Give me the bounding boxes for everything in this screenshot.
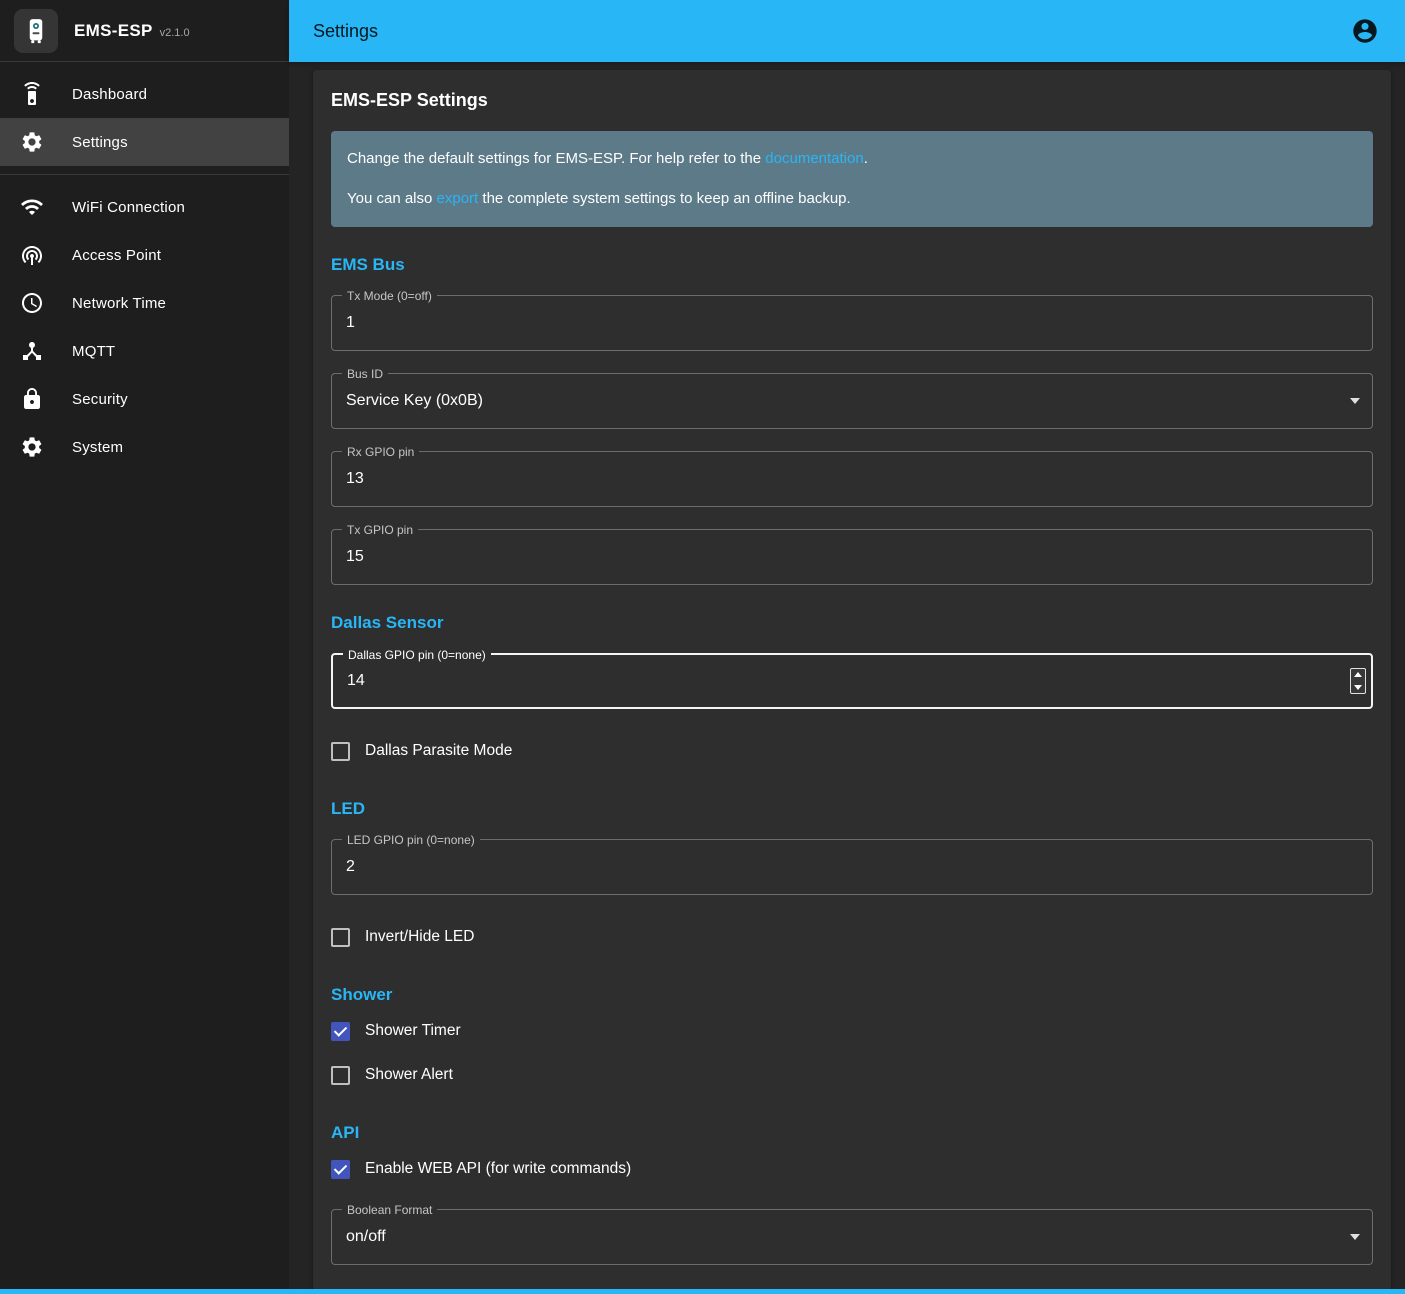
settings-card: EMS-ESP Settings Change the default sett… [313, 70, 1391, 1294]
shower-timer-row[interactable]: Shower Timer [331, 1011, 461, 1051]
boolean-format-select[interactable]: Boolean Format on/off [331, 1209, 1373, 1265]
section-heading-api: API [331, 1123, 1373, 1143]
tx-mode-label: Tx Mode (0=off) [342, 289, 437, 303]
sidebar-nav: Dashboard Settings WiFi Connection A [0, 62, 289, 471]
checkbox-label: Shower Timer [365, 1022, 461, 1040]
info-text: . [864, 150, 868, 167]
led-gpio-label: LED GPIO pin (0=none) [342, 833, 480, 847]
tx-gpio-label: Tx GPIO pin [342, 523, 418, 537]
sidebar-item-label: Access Point [72, 247, 161, 264]
spinner-down-icon[interactable] [1354, 685, 1362, 690]
sidebar-header: EMS-ESP v2.1.0 [0, 0, 289, 62]
page-title: Settings [313, 21, 378, 42]
wifi-tethering-icon [20, 243, 44, 267]
sidebar-item-network-time[interactable]: Network Time [0, 279, 289, 327]
info-text: the complete system settings to keep an … [478, 190, 850, 207]
chevron-down-icon [1350, 398, 1360, 404]
dallas-gpio-field: Dallas GPIO pin (0=none) [331, 653, 1373, 709]
rx-gpio-input[interactable] [332, 452, 1372, 506]
info-text: You can also [347, 190, 437, 207]
sidebar-item-label: Security [72, 391, 128, 408]
sidebar-item-label: MQTT [72, 343, 115, 360]
bus-id-value: Service Key (0x0B) [332, 374, 1372, 428]
app-version: v2.1.0 [160, 27, 190, 39]
gear-icon [20, 130, 44, 154]
tx-gpio-field: Tx GPIO pin [331, 529, 1373, 585]
export-link[interactable]: export [437, 190, 479, 207]
gear-icon [20, 435, 44, 459]
enable-web-api-row[interactable]: Enable WEB API (for write commands) [331, 1149, 631, 1189]
sidebar-item-mqtt[interactable]: MQTT [0, 327, 289, 375]
dallas-gpio-label: Dallas GPIO pin (0=none) [343, 648, 491, 662]
led-gpio-field: LED GPIO pin (0=none) [331, 839, 1373, 895]
sidebar-item-security[interactable]: Security [0, 375, 289, 423]
ems-esp-logo-icon [14, 9, 58, 53]
sidebar-item-settings[interactable]: Settings [0, 118, 289, 166]
device-hub-icon [20, 339, 44, 363]
tx-mode-field: Tx Mode (0=off) [331, 295, 1373, 351]
boolean-format-value: on/off [332, 1210, 1372, 1264]
checkbox-label: Invert/Hide LED [365, 928, 474, 946]
led-gpio-input[interactable] [332, 840, 1372, 894]
section-heading-dallas-sensor: Dallas Sensor [331, 613, 1373, 633]
content-area: EMS-ESP Settings Change the default sett… [289, 62, 1405, 1294]
section-heading-led: LED [331, 799, 1373, 819]
boiler-logo-icon [21, 16, 51, 46]
account-circle-icon [1351, 17, 1379, 45]
bus-id-label: Bus ID [342, 367, 388, 381]
invert-hide-led-row[interactable]: Invert/Hide LED [331, 917, 474, 957]
spinner-up-icon[interactable] [1354, 672, 1362, 677]
sidebar-divider [0, 174, 289, 175]
chevron-down-icon [1350, 1234, 1360, 1240]
sidebar-item-dashboard[interactable]: Dashboard [0, 70, 289, 118]
info-line-1: Change the default settings for EMS-ESP.… [347, 147, 1357, 171]
documentation-link[interactable]: documentation [765, 150, 863, 167]
shower-alert-row[interactable]: Shower Alert [331, 1055, 453, 1095]
dallas-gpio-input[interactable] [333, 655, 1371, 707]
app-root: EMS-ESP v2.1.0 Dashboard Settings [0, 0, 1405, 1294]
checkbox-label: Enable WEB API (for write commands) [365, 1160, 631, 1178]
number-spinner[interactable] [1350, 668, 1366, 694]
clock-icon [20, 291, 44, 315]
appbar: Settings [289, 0, 1405, 62]
shower-alert-checkbox[interactable] [331, 1066, 350, 1085]
checkbox-label: Shower Alert [365, 1066, 453, 1084]
rx-gpio-label: Rx GPIO pin [342, 445, 419, 459]
enable-web-api-checkbox[interactable] [331, 1160, 350, 1179]
rx-gpio-field: Rx GPIO pin [331, 451, 1373, 507]
main-column: Settings EMS-ESP Settings Change the def… [289, 0, 1405, 1294]
sidebar-item-label: Settings [72, 134, 128, 151]
sidebar: EMS-ESP v2.1.0 Dashboard Settings [0, 0, 289, 1294]
section-heading-shower: Shower [331, 985, 1373, 1005]
sidebar-item-access-point[interactable]: Access Point [0, 231, 289, 279]
account-button[interactable] [1347, 13, 1383, 49]
info-banner: Change the default settings for EMS-ESP.… [331, 131, 1373, 227]
app-title-group: EMS-ESP v2.1.0 [74, 21, 190, 41]
section-heading-ems-bus: EMS Bus [331, 255, 1373, 275]
info-text: Change the default settings for EMS-ESP.… [347, 150, 765, 167]
app-name: EMS-ESP [74, 21, 153, 40]
card-title: EMS-ESP Settings [331, 90, 1373, 111]
wifi-icon [20, 195, 44, 219]
dallas-parasite-row[interactable]: Dallas Parasite Mode [331, 731, 512, 771]
sidebar-item-label: Network Time [72, 295, 166, 312]
sidebar-item-system[interactable]: System [0, 423, 289, 471]
sidebar-item-label: Dashboard [72, 86, 147, 103]
settings-remote-icon [20, 82, 44, 106]
bus-id-select[interactable]: Bus ID Service Key (0x0B) [331, 373, 1373, 429]
sidebar-item-label: System [72, 439, 123, 456]
tx-mode-input[interactable] [332, 296, 1372, 350]
dallas-parasite-checkbox[interactable] [331, 742, 350, 761]
tx-gpio-input[interactable] [332, 530, 1372, 584]
lock-icon [20, 387, 44, 411]
invert-hide-led-checkbox[interactable] [331, 928, 350, 947]
info-line-2: You can also export the complete system … [347, 187, 1357, 211]
bottom-accent-bar [0, 1289, 1405, 1294]
checkbox-label: Dallas Parasite Mode [365, 742, 512, 760]
shower-timer-checkbox[interactable] [331, 1022, 350, 1041]
sidebar-item-label: WiFi Connection [72, 199, 185, 216]
boolean-format-label: Boolean Format [342, 1203, 437, 1217]
sidebar-item-wifi-connection[interactable]: WiFi Connection [0, 183, 289, 231]
